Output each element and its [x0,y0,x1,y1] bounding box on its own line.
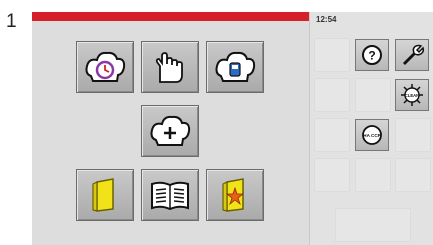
chef-hat-add-icon [150,115,191,146]
clean-icon: CLEAN [401,84,423,106]
empty-slot [355,78,391,112]
chef-hat-probe-icon [215,51,256,82]
favorite-folder-icon [222,178,245,212]
empty-wide-slot [335,208,411,242]
haccp-label: HA CCP [363,133,380,138]
empty-slot [355,158,391,192]
empty-slot [314,78,350,112]
clean-button[interactable]: CLEAN [395,79,429,111]
annotation-marker: 1 [6,11,17,32]
empty-slot [314,158,350,192]
chef-hat-timer-icon [85,51,126,82]
empty-slot [314,38,350,72]
favorites-folder-button[interactable] [206,169,264,221]
main-menu-panel [32,21,309,245]
probe-cooking-button[interactable] [206,41,264,93]
empty-slot [395,158,431,192]
clean-label: CLEAN [405,93,419,98]
empty-slot [395,118,431,152]
cookbook-button[interactable] [141,169,199,221]
folder-icon [92,178,114,212]
help-icon: ? [362,45,382,65]
programs-folder-button[interactable] [76,169,134,221]
status-bar [32,12,309,21]
wrench-icon [402,44,425,66]
manual-mode-button[interactable] [141,41,199,93]
oven-control-screen: 12:54 ? CLEAN HA CCP [32,12,433,245]
side-panel: 12:54 ? CLEAN HA CCP [309,12,433,245]
hand-manual-icon [155,52,183,83]
clock-display: 12:54 [316,15,337,24]
haccp-button[interactable]: HA CCP [355,119,389,151]
empty-slot [314,118,350,152]
cookbook-icon [151,181,189,211]
service-button[interactable] [395,39,429,71]
help-button[interactable]: ? [355,39,389,71]
haccp-icon: HA CCP [362,125,382,145]
help-symbol: ? [368,49,375,63]
add-recipe-button[interactable] [141,105,199,157]
timed-cooking-button[interactable] [76,41,134,93]
